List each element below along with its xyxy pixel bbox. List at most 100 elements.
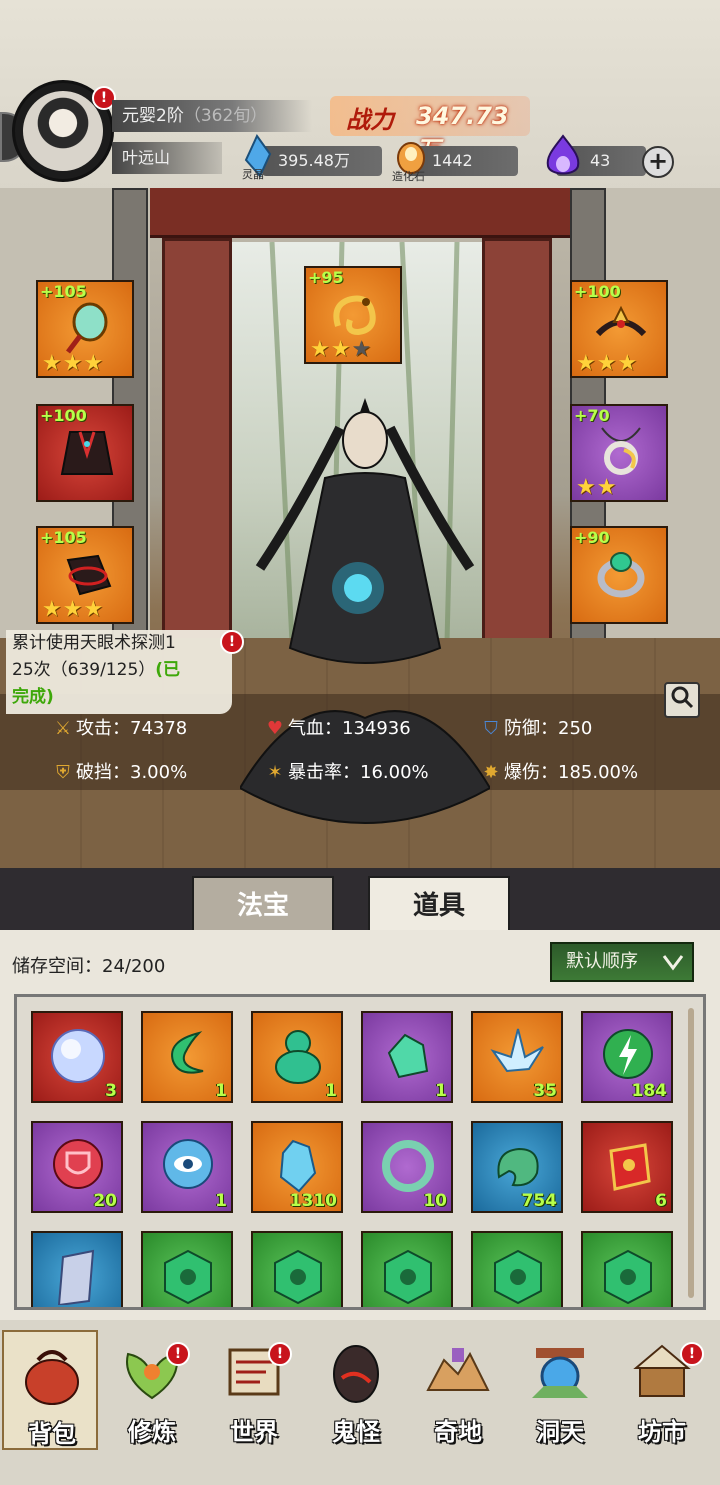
inventory-grid[interactable]: 3 1 1 1 35 184 20 1 1310 10 754 6 [14,994,706,1310]
add-resource-button[interactable]: + [642,146,674,178]
equip-slot-left-2[interactable]: +100 [36,404,134,502]
sort-order-label: 默认顺序 [566,951,638,972]
equip-slot-left-1[interactable]: +105 ★★★ [36,280,134,378]
jade-bracelet-icon [382,1140,434,1192]
equip-slot-left-3[interactable]: +105 ★★★ [36,526,134,624]
inventory-item[interactable]: 1 [141,1121,233,1213]
tab-items[interactable]: 道具 [368,876,510,932]
rainbow-orb-icon [51,1029,105,1083]
stat-crit-rate-text: 暴击率：16.00% [288,762,429,783]
golden-dragon-icon [333,295,376,336]
nav-bag-label: 背包 [28,1420,76,1448]
equip-slot-right-3[interactable]: +90 [570,526,668,624]
combat-power: 战力 347.73万 [330,96,530,164]
nav-ghost[interactable]: 鬼怪 [308,1330,404,1450]
item-count: 6 [655,1191,667,1211]
lotus-gourd-icon [275,1030,321,1084]
stat-hp-text: 气血：134936 [288,718,411,739]
inventory-scrollbar[interactable] [688,1008,694,1298]
boots-icon [66,554,112,596]
equip-level: +105 [40,528,87,547]
nav-secret-land[interactable]: 奇地 [410,1330,506,1450]
blue-crystal-icon [279,1139,317,1193]
magnifier-icon [671,686,694,709]
spirit-crystal-value: 395.48万 [278,151,350,170]
quest-line-1: 累计使用天眼术探测1 [12,633,176,653]
inspect-button[interactable] [664,682,700,718]
inventory-item[interactable] [361,1231,453,1307]
secret-land-icon [426,1348,490,1391]
item-count: 1 [215,1081,227,1101]
equip-slot-top[interactable]: +95 ★★★ [304,266,402,364]
equip-slot-right-1[interactable]: +100 ★★★ [570,280,668,378]
green-swirl-icon [171,1031,204,1074]
item-count: 184 [631,1081,668,1101]
inventory-item[interactable]: 1 [251,1011,343,1103]
green-token-icon [494,1249,542,1305]
nav-cultivate-badge: ! [166,1342,190,1366]
nav-world-badge: ! [268,1342,292,1366]
broken-shield-icon: ⛨ [56,762,70,783]
equip-stars: ★★★ [576,351,639,376]
spirit-crystal-caption: 灵晶 [242,168,264,181]
nav-market-badge: ! [680,1342,704,1366]
nav-market-label: 坊市 [638,1418,686,1446]
inventory-item[interactable]: 20 [31,1121,123,1213]
green-token-icon [274,1249,322,1305]
green-token-icon [604,1249,652,1305]
equip-stars: ★★★ [310,337,373,362]
nav-cave[interactable]: 洞天 [512,1330,608,1450]
inventory-item[interactable] [141,1231,233,1307]
inventory-item[interactable] [581,1231,673,1307]
inventory-item[interactable]: 1310 [251,1121,343,1213]
purple-flame-icon [546,134,580,175]
door-beam [150,188,570,238]
tab-treasure[interactable]: 法宝 [192,876,334,932]
inventory-item[interactable]: 10 [361,1121,453,1213]
inventory-item[interactable]: 754 [471,1121,563,1213]
inventory-item[interactable]: 35 [471,1011,563,1103]
equip-level: +70 [574,406,610,425]
power-label: 战力 [346,106,394,134]
equip-stars: ★★★ [42,351,105,376]
chevron-down-icon [662,955,684,971]
headband-icon [595,305,647,337]
stat-defense: ⛉ 防御：250 [480,714,592,740]
inventory-item[interactable]: 1 [361,1011,453,1103]
sort-order-button[interactable]: 默认顺序 [550,942,694,982]
item-count: 3 [105,1081,117,1101]
inventory-item[interactable]: 1 [141,1011,233,1103]
inventory-item[interactable] [251,1231,343,1307]
stat-defense-text: 防御：250 [504,718,593,739]
item-count: 754 [521,1191,558,1211]
inventory-item[interactable]: 184 [581,1011,673,1103]
quest-tooltip[interactable]: 累计使用天眼术探测1 25次（639/125）(已 完成) [6,630,232,714]
quest-progress: 25次（639/125） [12,660,156,680]
inventory-item[interactable] [31,1231,123,1307]
stat-crit-rate: ✶ 暴击率：16.00% [264,758,429,784]
tab-bar [0,868,720,932]
character-portrait [23,91,103,171]
green-token-icon [384,1249,432,1305]
equip-slot-right-2[interactable]: +70 ★★ [570,404,668,502]
eye-orb-icon [163,1139,213,1189]
jade-fan-icon [66,302,108,354]
inventory-item[interactable]: 6 [581,1121,673,1213]
inventory-item[interactable]: 3 [31,1011,123,1103]
robe-icon [60,431,114,475]
player-name: 叶远山 [112,142,222,174]
cave-icon [532,1348,588,1398]
nav-ghost-label: 鬼怪 [332,1418,380,1446]
left-door [162,238,232,658]
stat-attack: ⚔ 攻击：74378 [52,714,187,740]
heart-icon: ♥ [266,718,284,739]
quest-done-close: 完成) [12,687,54,707]
inventory-item[interactable] [471,1231,563,1307]
item-count: 20 [93,1191,117,1211]
nav-world-label: 世界 [230,1418,278,1446]
age-text: （362旬） [183,106,268,126]
nav-bag[interactable]: 背包 [2,1330,98,1450]
equip-level: +100 [574,282,621,301]
item-count: 35 [533,1081,557,1101]
realm-text: 元婴2阶 [122,106,184,126]
